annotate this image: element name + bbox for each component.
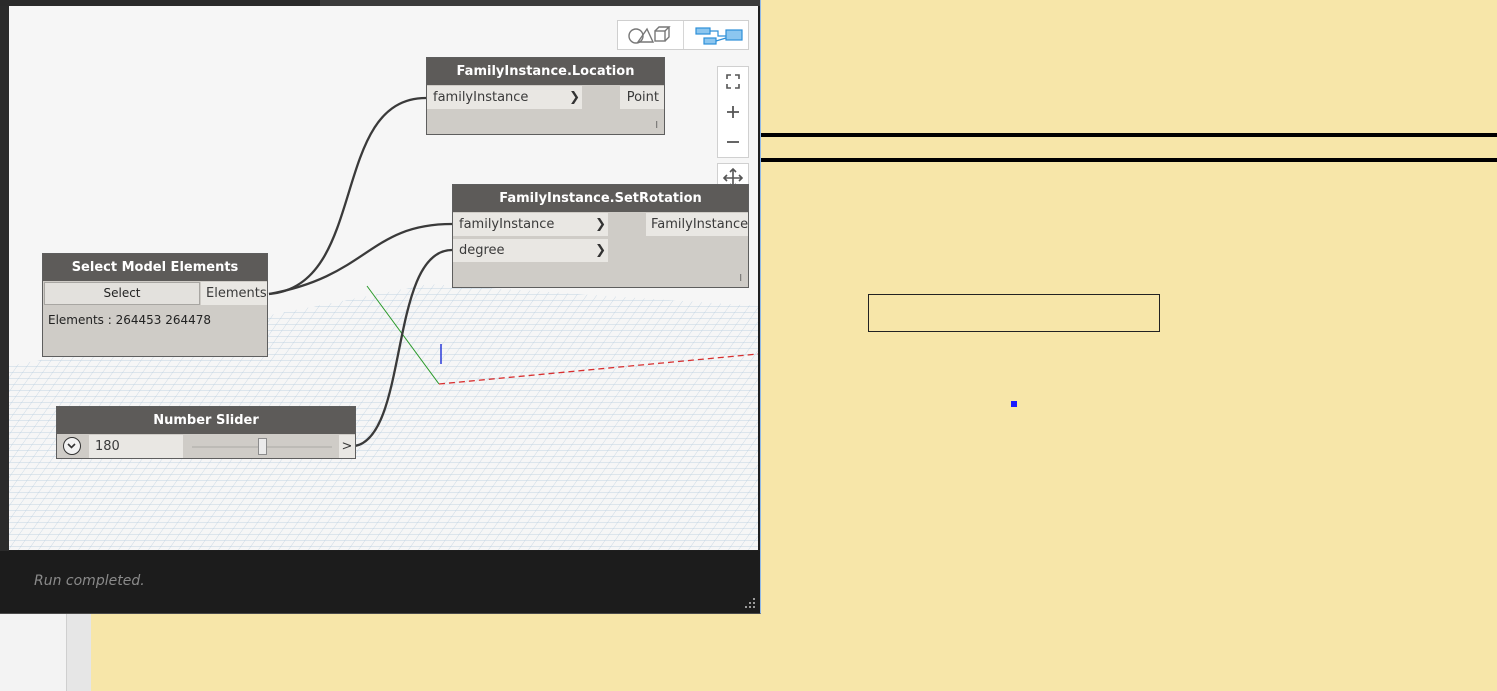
plus-icon [727,106,739,118]
node-familyinstance-location[interactable]: FamilyInstance.Location familyInstance ❯… [426,57,665,135]
node-select-model-elements[interactable]: Select Model Elements Select Elements El… [42,253,268,357]
output-port-value[interactable]: > [339,435,355,458]
node-title: Number Slider [57,407,355,434]
input-port-familyinstance[interactable]: familyInstance ❯ [427,86,582,109]
node-title: FamilyInstance.SetRotation [453,185,748,212]
port-label: degree [459,243,505,258]
run-status: Run completed. [34,573,145,589]
status-bar: Run completed. [0,551,760,613]
node-number-slider[interactable]: Number Slider 180 > [56,406,356,459]
fit-to-screen-icon [726,74,740,89]
resize-grip-icon[interactable] [744,597,756,609]
revit-point-marker [1011,401,1017,407]
revit-selected-element[interactable] [868,294,1160,332]
graph-view-button[interactable] [684,21,749,49]
output-port-familyinstance[interactable]: FamilyInstance [646,213,748,236]
wire-elements-to-setrotation[interactable] [268,222,453,296]
port-label: familyInstance [433,90,529,105]
output-port-elements[interactable]: Elements [201,282,267,305]
geometry-view-icon [628,26,671,44]
lacing-indicator[interactable]: l [739,274,742,284]
node-familyinstance-setrotation[interactable]: FamilyInstance.SetRotation familyInstanc… [452,184,749,288]
dynamo-window: FamilyInstance.Location familyInstance ❯… [0,0,761,614]
lacing-indicator[interactable]: l [655,121,658,131]
output-port-point[interactable]: Point [620,86,664,109]
minus-icon [727,141,739,143]
dynamo-library-edge [0,6,9,551]
input-port-degree[interactable]: degree ❯ [453,239,608,262]
chevron-right-icon: ❯ [569,90,580,105]
chevron-right-icon: ❯ [595,217,606,232]
node-title: Select Model Elements [43,254,267,281]
zoom-in-button[interactable] [718,98,748,127]
view-toggle [617,20,749,50]
slider-thumb[interactable] [257,438,267,455]
zoom-controls [717,66,749,158]
revit-wall-line-top [758,133,1497,137]
chevron-down-icon[interactable] [63,437,81,455]
port-label: familyInstance [459,217,555,232]
fit-to-screen-button[interactable] [718,67,748,96]
graph-view-icon [695,27,743,45]
selection-preview: Elements : 264453 264478 [48,313,212,327]
geometry-view-button[interactable] [618,21,684,49]
input-port-familyinstance[interactable]: familyInstance ❯ [453,213,608,236]
select-button[interactable]: Select [44,282,200,305]
zoom-out-button[interactable] [718,128,748,157]
slider-value-field[interactable]: 180 [89,435,183,458]
chevron-right-icon: ❯ [595,243,606,258]
node-title: FamilyInstance.Location [427,58,664,85]
revit-wall-line-bottom [758,158,1497,162]
graph-canvas[interactable]: FamilyInstance.Location familyInstance ❯… [9,6,758,550]
